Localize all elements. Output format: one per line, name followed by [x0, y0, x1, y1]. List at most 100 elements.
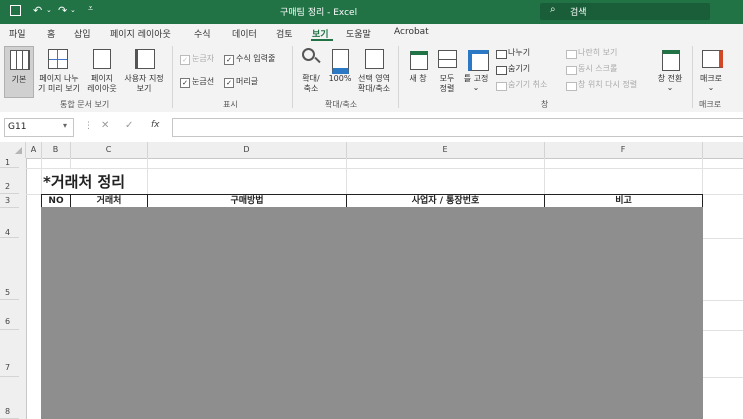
gridlines-label: 눈금선 [192, 77, 215, 86]
arrange-all-button[interactable]: 모두 정렬 [434, 46, 460, 98]
row-header-5[interactable]: 5 [0, 238, 19, 300]
undo-icon[interactable]: ↶ [33, 4, 42, 17]
freeze-panes-button[interactable]: 틀 고정 ⌄ [461, 46, 491, 98]
new-window-button[interactable]: 새 창 [404, 46, 432, 98]
reset-position-label[interactable]: 창 위치 다시 정렬 [578, 80, 637, 90]
redo-icon[interactable]: ↷ [58, 4, 67, 17]
zoom-label-1: 확대/ [302, 74, 320, 83]
row-header-8[interactable]: 8 [0, 377, 19, 419]
normal-view-label: 기본 [11, 75, 27, 84]
side-by-side-label[interactable]: 나란히 보기 [578, 48, 617, 58]
hide-label[interactable]: 숨기기 [508, 64, 530, 74]
row-header-1[interactable]: 1 [0, 158, 19, 168]
page-break-preview-button[interactable]: 페이지 나누 기 미리 보기 [36, 46, 82, 98]
select-all-corner[interactable] [0, 142, 26, 158]
sync-scroll-icon [566, 66, 577, 75]
freeze-dropdown-icon: ⌄ [472, 83, 480, 92]
gridline [70, 158, 71, 169]
headings-label: 머리글 [236, 77, 259, 86]
zoom-button[interactable]: 확대/ 축소 [296, 46, 326, 98]
column-header-c[interactable]: C [70, 142, 148, 158]
custom-views-label-1: 사용자 지정 [124, 74, 164, 83]
page-break-preview-icon [48, 49, 68, 69]
formula-bar-grip-icon[interactable]: ⋮ [84, 121, 93, 131]
data-area-filled[interactable] [41, 207, 703, 419]
reset-position-icon [566, 82, 577, 91]
zoom-100-label: 100% [328, 74, 352, 83]
switch-dropdown-icon: ⌄ [666, 83, 674, 92]
cancel-icon[interactable]: ✕ [101, 120, 109, 131]
freeze-panes-icon [468, 50, 489, 71]
split-label[interactable]: 나누기 [508, 48, 530, 58]
search-box[interactable]: ⌕ 검색 [540, 3, 710, 20]
undo-dropdown-icon[interactable]: ⌄ [46, 6, 52, 14]
customize-qat-icon[interactable]: ⩡ [88, 4, 93, 14]
macros-icon [702, 50, 723, 68]
zoom-100-button[interactable]: 100% [326, 46, 354, 98]
ruler-label: 눈금자 [192, 54, 215, 63]
arrange-all-icon [438, 50, 457, 68]
tab-review[interactable]: 검토 [276, 27, 293, 40]
tab-home[interactable]: 홈 [47, 27, 55, 40]
column-header-a[interactable]: A [26, 142, 42, 158]
magnifier-handle [314, 56, 321, 64]
redo-dropdown-icon[interactable]: ⌄ [70, 6, 76, 14]
group-label-window: 창 [541, 100, 549, 109]
custom-views-button[interactable]: 사용자 지정 보기 [120, 46, 168, 98]
tab-file[interactable]: 파일 [9, 27, 26, 40]
select-all-triangle-icon [15, 147, 22, 154]
enter-icon[interactable]: ✓ [125, 120, 133, 131]
tab-formulas[interactable]: 수식 [194, 27, 211, 40]
tab-page-layout[interactable]: 페이지 레이아웃 [110, 27, 171, 40]
save-icon[interactable] [10, 5, 21, 16]
page-break-preview-label-1: 페이지 나누 [39, 74, 79, 83]
header-cell-purchase-method[interactable]: 구매방법 [147, 194, 347, 208]
header-cell-vendor[interactable]: 거래처 [70, 194, 148, 208]
ruler-checkbox[interactable]: ✓ [180, 55, 190, 65]
zoom-to-selection-button[interactable]: 선택 영역 확대/축소 [354, 46, 394, 98]
macros-button[interactable]: 매크로 ⌄ [696, 46, 726, 98]
sheet-title-cell[interactable]: *거래처 정리 [43, 171, 125, 192]
page-break-preview-label-2: 기 미리 보기 [38, 84, 80, 93]
sync-scroll-label[interactable]: 동시 스크롤 [578, 64, 617, 74]
tab-data[interactable]: 데이터 [232, 27, 257, 40]
header-cell-notes[interactable]: 비고 [544, 194, 703, 208]
column-header-f[interactable]: F [544, 142, 703, 158]
column-header-b[interactable]: B [41, 142, 71, 158]
name-box[interactable]: G11 ▾ [4, 118, 74, 137]
macros-dropdown-icon: ⌄ [707, 83, 715, 92]
hide-icon [496, 66, 507, 75]
ribbon-tab-bar: 파일 홈 삽입 페이지 레이아웃 수식 데이터 검토 보기 도움말 Acroba… [0, 24, 743, 42]
group-label-macros: 매크로 [699, 100, 722, 109]
gridlines-checkbox[interactable]: ✓ [180, 78, 190, 88]
header-cell-business-account[interactable]: 사업자 / 통장번호 [346, 194, 545, 208]
insert-function-icon[interactable]: fx [151, 120, 160, 130]
switch-windows-icon [662, 50, 680, 71]
unhide-label[interactable]: 숨기기 취소 [508, 80, 547, 90]
column-header-d[interactable]: D [147, 142, 347, 158]
row-header-3[interactable]: 3 [0, 194, 19, 208]
tab-help[interactable]: 도움말 [346, 27, 371, 40]
side-by-side-icon [566, 50, 577, 59]
row-header-7[interactable]: 7 [0, 330, 19, 377]
name-box-value: G11 [8, 122, 27, 132]
tab-insert[interactable]: 삽입 [74, 27, 91, 40]
custom-views-icon [135, 49, 155, 69]
row-header-2[interactable]: 2 [0, 168, 19, 194]
search-icon: ⌕ [550, 4, 556, 15]
header-cell-no[interactable]: NO [41, 194, 71, 208]
tab-acrobat[interactable]: Acrobat [394, 27, 429, 37]
normal-view-button[interactable]: 기본 [4, 46, 34, 98]
arrange-all-label-1: 모두 [439, 74, 455, 83]
name-box-dropdown-icon[interactable]: ▾ [63, 121, 67, 130]
formula-input[interactable] [172, 118, 743, 137]
column-header-e[interactable]: E [346, 142, 545, 158]
group-separator [398, 46, 399, 108]
row-header-6[interactable]: 6 [0, 300, 19, 330]
headings-checkbox[interactable]: ✓ [224, 78, 234, 88]
row-header-4[interactable]: 4 [0, 208, 19, 238]
gridline [702, 330, 743, 331]
formula-bar-checkbox[interactable]: ✓ [224, 55, 234, 65]
switch-windows-button[interactable]: 창 전환 ⌄ [652, 46, 688, 98]
page-layout-view-button[interactable]: 페이지 레이아웃 [84, 46, 120, 98]
